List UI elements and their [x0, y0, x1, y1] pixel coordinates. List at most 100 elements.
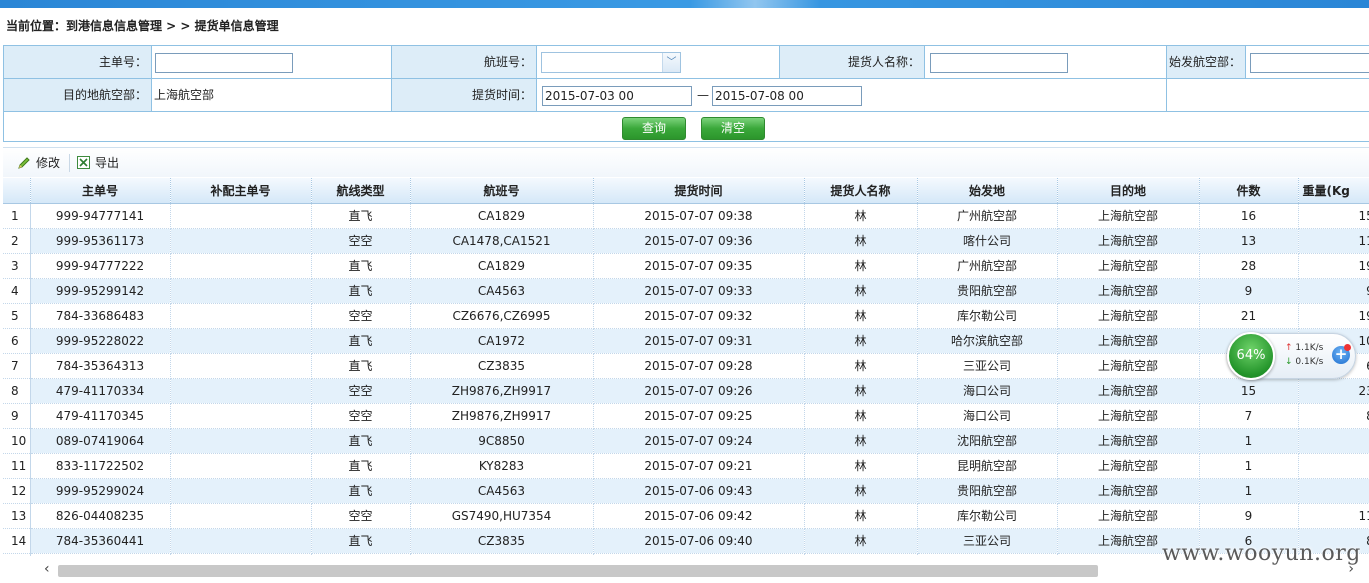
cell-row-number: 8 — [3, 378, 31, 404]
cell-weight: 194.00 — [1298, 303, 1369, 329]
cell-pieces: 1 — [1199, 453, 1299, 479]
search-row-1: 主单号： 航班号： ﹀ 提货人名称： 始发航空部： — [4, 46, 1369, 79]
cell-master-number — [30, 553, 171, 556]
col-header-pieces[interactable]: 件数 — [1199, 178, 1299, 204]
cell-origin: 库尔勒公司 — [917, 303, 1058, 329]
col-header-flight-number[interactable]: 航班号 — [410, 178, 594, 204]
col-header-origin[interactable]: 始发地 — [917, 178, 1058, 204]
cell-pickup-time: 2015-07-07 09:25 — [593, 403, 805, 429]
col-header-weight[interactable]: 重量(Kg — [1298, 178, 1369, 204]
cell-destination: 上海航空部 — [1057, 403, 1200, 429]
cell-flight-number: CA4563 — [410, 278, 594, 304]
export-button[interactable]: 导出 — [76, 154, 119, 172]
table-row[interactable]: 13 826-04408235 空空 GS7490,HU7354 2015-07-06 … — [3, 503, 1369, 529]
col-header-pickup-time[interactable]: 提货时间 — [593, 178, 805, 204]
flight-number-label: 航班号： — [392, 46, 537, 78]
cell-route-type: 直飞 — [311, 453, 411, 479]
time-range-separator: — — [697, 88, 709, 102]
col-header-picker-name[interactable]: 提货人名称 — [804, 178, 918, 204]
pickup-time-from-input[interactable] — [542, 86, 692, 106]
cell-flight-number: ZH9876,ZH9917 — [410, 378, 594, 404]
table-row[interactable]: 10 089-07419064 直飞 9C8850 2015-07-07 09:24 林沈… — [3, 428, 1369, 454]
cell-route-type: 直飞 — [311, 253, 411, 279]
cell-pickup-time: 2015-07-06 09:43 — [593, 478, 805, 504]
table-row[interactable]: 9 479-41170345 空空 ZH9876,ZH9917 2015-07-07 0… — [3, 403, 1369, 429]
cell-flight-number: CA1972 — [410, 328, 594, 354]
table-row[interactable]: 11 833-11722502 直飞 KY8283 2015-07-07 09:21 林昆… — [3, 453, 1369, 479]
cell-route-type: 直飞 — [311, 278, 411, 304]
cell-master-number: 826-04408235 — [30, 503, 171, 529]
cell-flight-number: CA1829 — [410, 203, 594, 229]
data-grid: 主单号 补配主单号 航线类型 航班号 提货时间 提货人名称 始发地 目的地 件数… — [3, 178, 1369, 556]
cell-picker-name: 林 — [804, 203, 918, 229]
cell-master-number: 479-41170334 — [30, 378, 171, 404]
table-row[interactable]: 2 999-95361173 空空 CA1478,CA1521 2015-07-07 0… — [3, 228, 1369, 254]
pickup-table: 主单号 补配主单号 航线类型 航班号 提货时间 提货人名称 始发地 目的地 件数… — [3, 178, 1369, 556]
origin-dept-input[interactable] — [1250, 53, 1369, 73]
cell-flight-number — [410, 553, 594, 556]
cell-flight-number: CA1829 — [410, 253, 594, 279]
origin-dept-label: 始发航空部： — [1167, 46, 1246, 78]
cell-origin: 哈尔滨航空部 — [917, 328, 1058, 354]
cell-weight: 113.00 — [1298, 228, 1369, 254]
cell-destination: 上海航空部 — [1057, 353, 1200, 379]
cell-pickup-time: 2015-07-07 09:24 — [593, 428, 805, 454]
scroll-left-icon[interactable]: ‹ — [44, 561, 50, 577]
table-row[interactable]: 5 784-33686483 空空 CZ6676,CZ6995 2015-07-07 0… — [3, 303, 1369, 329]
cell-row-number: 15 — [3, 553, 31, 556]
cell-pickup-time: 2015-07-07 09:32 — [593, 303, 805, 329]
col-header-destination[interactable]: 目的地 — [1057, 178, 1200, 204]
picker-name-input[interactable] — [930, 53, 1068, 73]
cell-sub-master-number — [170, 553, 312, 556]
table-row[interactable]: 7 784-35364313 直飞 CZ3835 2015-07-07 09:28 林三亚… — [3, 353, 1369, 379]
cell-picker-name: 林 — [804, 428, 918, 454]
cell-destination: 上海航空部 — [1057, 478, 1200, 504]
master-number-cell — [152, 46, 392, 78]
cell-row-number: 5 — [3, 303, 31, 329]
cell-route-type: 空空 — [311, 503, 411, 529]
table-row[interactable]: 3 999-94777222 直飞 CA1829 2015-07-07 09:35 林广州… — [3, 253, 1369, 279]
cell-sub-master-number — [170, 403, 312, 429]
cell-weight: 5.00 — [1298, 478, 1369, 504]
clear-button[interactable]: 清空 — [701, 117, 765, 140]
cell-master-number: 784-33686483 — [30, 303, 171, 329]
cell-pickup-time: 2015-07-07 09:36 — [593, 228, 805, 254]
cell-route-type: 空空 — [311, 228, 411, 254]
network-speed-widget[interactable]: 64% ↑ 1.1K/s ↓ 0.1K/s + — [1227, 332, 1356, 380]
cell-master-number: 784-35364313 — [30, 353, 171, 379]
cell-destination: 上海航空部 — [1057, 378, 1200, 404]
cell-origin: 海口公司 — [917, 378, 1058, 404]
col-header-master-number[interactable]: 主单号 — [30, 178, 171, 204]
scrollbar-thumb[interactable] — [58, 565, 1098, 577]
edit-button[interactable]: 修改 — [17, 154, 60, 172]
cell-sub-master-number — [170, 503, 312, 529]
table-row[interactable]: 6 999-95228022 直飞 CA1972 2015-07-07 09:31 林哈尔… — [3, 328, 1369, 354]
flight-number-select[interactable]: ﹀ — [541, 52, 681, 73]
query-button[interactable]: 查询 — [622, 117, 686, 140]
cell-picker-name — [804, 553, 918, 556]
cell-sub-master-number — [170, 303, 312, 329]
pickup-time-cell: — — [537, 79, 1167, 111]
cell-sub-master-number — [170, 328, 312, 354]
col-header-route-type[interactable]: 航线类型 — [311, 178, 411, 204]
cell-row-number: 11 — [3, 453, 31, 479]
cell-destination: 上海航空部 — [1057, 203, 1200, 229]
export-label: 导出 — [95, 156, 120, 170]
cell-row-number: 14 — [3, 528, 31, 554]
table-row[interactable]: 12 999-95299024 直飞 CA4563 2015-07-06 09:43 林贵… — [3, 478, 1369, 504]
master-number-input[interactable] — [155, 53, 293, 73]
cell-origin: 库尔勒公司 — [917, 503, 1058, 529]
flight-number-cell: ﹀ — [537, 46, 780, 78]
download-arrow-icon: ↓ — [1285, 357, 1293, 367]
upload-speed: ↑ 1.1K/s — [1285, 343, 1323, 353]
cell-origin: 沈阳航空部 — [917, 428, 1058, 454]
table-row[interactable]: 1 999-94777141 直飞 CA1829 2015-07-07 09:38 林广州… — [3, 203, 1369, 229]
col-header-sub-master-number[interactable]: 补配主单号 — [170, 178, 312, 204]
table-row[interactable]: 8 479-41170334 空空 ZH9876,ZH9917 2015-07-07 0… — [3, 378, 1369, 404]
picker-name-label: 提货人名称： — [780, 46, 925, 78]
cell-pieces: 13 — [1199, 228, 1299, 254]
table-row[interactable]: 4 999-95299142 直飞 CA4563 2015-07-07 09:33 林贵阳… — [3, 278, 1369, 304]
chevron-down-icon[interactable]: ﹀ — [662, 53, 680, 72]
pickup-time-to-input[interactable] — [712, 86, 862, 106]
cell-master-number: 479-41170345 — [30, 403, 171, 429]
